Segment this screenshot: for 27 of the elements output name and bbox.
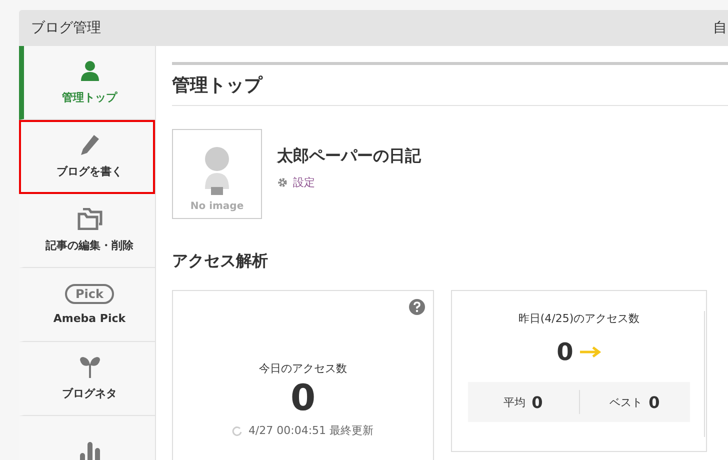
- sidebar-item[interactable]: ブログを書く: [19, 120, 155, 194]
- today-access-count: 0: [290, 378, 316, 419]
- help-icon[interactable]: [409, 299, 425, 315]
- header-link[interactable]: 自: [713, 19, 728, 37]
- page-heading: 管理トップ: [172, 62, 728, 106]
- last-updated-text: 4/27 00:04:51 最終更新: [248, 423, 374, 438]
- average-label: 平均: [504, 394, 526, 410]
- today-access-label: 今日のアクセス数: [259, 361, 347, 376]
- yesterday-access-label: 昨日(4/25)のアクセス数: [518, 311, 640, 326]
- settings-icon: [277, 177, 288, 188]
- person-icon: [80, 60, 100, 82]
- best-value: 0: [648, 392, 660, 412]
- bar-chart-icon: [78, 440, 100, 460]
- sidebar-item[interactable]: 管理トップ: [19, 46, 155, 120]
- header-title: ブログ管理: [31, 19, 101, 37]
- folders-icon: [76, 208, 102, 230]
- no-image-caption: No image: [190, 201, 244, 212]
- section-heading: アクセス解析: [172, 251, 269, 272]
- sprout-icon: [78, 356, 100, 378]
- pencil-icon: [80, 134, 100, 156]
- settings-link[interactable]: 設定: [277, 175, 421, 190]
- pick-badge: Pick: [65, 284, 114, 304]
- average-value: 0: [532, 392, 543, 412]
- blog-title: 太郎ペーパーの日記: [277, 146, 421, 167]
- best-label: ベスト: [610, 394, 643, 410]
- right-arrow-icon: [579, 346, 602, 358]
- yesterday-access-count: 0: [556, 338, 574, 366]
